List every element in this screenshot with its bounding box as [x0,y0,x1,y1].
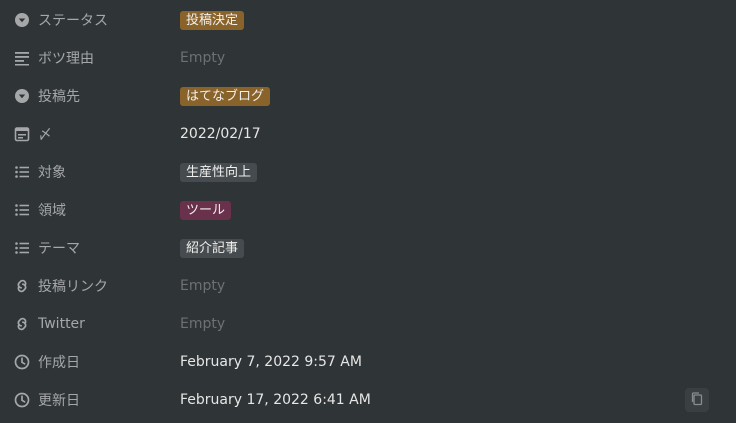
property-row-theme[interactable]: テーマ 紹介記事 [0,229,736,267]
copy-button[interactable] [685,388,709,412]
property-name: Twitter [38,316,85,332]
status-tag: 投稿決定 [180,10,245,30]
property-row-updated[interactable]: 更新日 February 17, 2022 6:41 AM [0,381,736,419]
property-name: 〆 [38,127,52,143]
property-key[interactable]: 領域 [0,191,180,229]
property-value[interactable]: 2022/02/17 [180,126,261,142]
select-icon [14,88,30,104]
multi-select-icon [14,240,30,256]
select-icon [14,12,30,28]
clock-icon [14,392,30,408]
domain-tag: ツール [180,200,232,220]
property-row-target[interactable]: 対象 生産性向上 [0,153,736,191]
property-value[interactable]: Empty [180,316,225,332]
property-row-twitter[interactable]: Twitter Empty [0,305,736,343]
property-value[interactable]: 生産性向上 [180,162,258,182]
property-row-post-destination[interactable]: 投稿先 はてなブログ [0,77,736,115]
property-row-status[interactable]: ステータス 投稿決定 [0,1,736,39]
property-name: ステータス [38,13,108,29]
property-key[interactable]: 対象 [0,153,180,191]
property-row-post-link[interactable]: 投稿リンク Empty [0,267,736,305]
property-value[interactable]: はてなブログ [180,86,271,106]
property-value[interactable]: 紹介記事 [180,238,245,258]
target-tag: 生産性向上 [180,162,258,182]
property-key[interactable]: ボツ理由 [0,39,180,77]
property-name: 投稿リンク [38,279,108,295]
property-value: February 7, 2022 9:57 AM [180,354,362,370]
property-row-created[interactable]: 作成日 February 7, 2022 9:57 AM [0,343,736,381]
property-name: 作成日 [38,355,80,371]
property-value[interactable]: Empty [180,278,225,294]
property-row-reject-reason[interactable]: ボツ理由 Empty [0,39,736,77]
link-icon [14,316,30,332]
properties-panel: ステータス 投稿決定 ボツ理由 Empty 投稿先 はてなブログ 〆 2022/… [0,0,736,419]
property-name: ボツ理由 [38,51,94,67]
property-row-domain[interactable]: 領域 ツール [0,191,736,229]
property-name: テーマ [38,241,80,257]
theme-tag: 紹介記事 [180,238,245,258]
property-key[interactable]: Twitter [0,305,180,343]
property-key[interactable]: 投稿先 [0,77,180,115]
link-icon [14,278,30,294]
property-name: 領域 [38,203,66,219]
property-name: 対象 [38,165,66,181]
property-key[interactable]: 更新日 [0,381,180,419]
property-key[interactable]: 投稿リンク [0,267,180,305]
property-name: 更新日 [38,393,80,409]
property-key[interactable]: ステータス [0,1,180,39]
destination-tag: はてなブログ [180,86,271,106]
property-key[interactable]: 〆 [0,115,180,153]
property-value[interactable]: Empty [180,50,225,66]
property-row-deadline[interactable]: 〆 2022/02/17 [0,115,736,153]
text-icon [14,50,30,66]
property-name: 投稿先 [38,89,80,105]
multi-select-icon [14,202,30,218]
multi-select-icon [14,164,30,180]
calendar-icon [14,126,30,142]
property-key[interactable]: テーマ [0,229,180,267]
copy-icon [690,391,704,410]
clock-icon [14,354,30,370]
property-key[interactable]: 作成日 [0,343,180,381]
property-value[interactable]: ツール [180,200,232,220]
property-value: February 17, 2022 6:41 AM [180,392,371,408]
property-value[interactable]: 投稿決定 [180,10,245,30]
